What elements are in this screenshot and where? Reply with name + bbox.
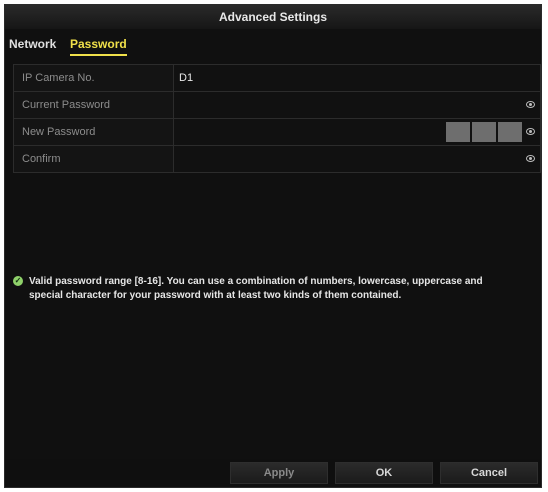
confirm-label: Confirm: [14, 146, 174, 172]
tab-bar: Network Password: [5, 33, 541, 59]
info-check-icon: ✓: [13, 276, 23, 286]
current-password-field[interactable]: [174, 92, 540, 118]
show-password-icon[interactable]: [526, 128, 535, 135]
new-password-field[interactable]: [174, 119, 540, 145]
apply-button[interactable]: Apply: [230, 462, 328, 484]
dialog-title: Advanced Settings: [5, 5, 541, 29]
show-password-icon[interactable]: [526, 155, 535, 162]
password-strength-meter: [446, 122, 522, 142]
ip-camera-value: D1: [174, 65, 540, 91]
strength-segment: [498, 122, 522, 142]
password-tip: ✓ Valid password range [8-16]. You can u…: [13, 275, 509, 303]
confirm-password-field[interactable]: [174, 146, 540, 172]
strength-segment: [446, 122, 470, 142]
ip-camera-row: IP Camera No. D1: [14, 65, 540, 92]
show-password-icon[interactable]: [526, 101, 535, 108]
password-form: IP Camera No. D1 Current Password New Pa…: [13, 64, 541, 173]
advanced-settings-dialog: Advanced Settings Network Password IP Ca…: [4, 4, 542, 488]
new-password-row: New Password: [14, 119, 540, 146]
new-password-label: New Password: [14, 119, 174, 145]
current-password-label: Current Password: [14, 92, 174, 118]
tab-network[interactable]: Network: [9, 37, 56, 54]
password-tip-text: Valid password range [8-16]. You can use…: [29, 276, 483, 301]
strength-segment: [472, 122, 496, 142]
current-password-row: Current Password: [14, 92, 540, 119]
tab-password[interactable]: Password: [70, 37, 127, 56]
cancel-button[interactable]: Cancel: [440, 462, 538, 484]
ip-camera-label: IP Camera No.: [14, 65, 174, 91]
ok-button[interactable]: OK: [335, 462, 433, 484]
confirm-row: Confirm: [14, 146, 540, 172]
dialog-footer: Apply OK Cancel: [5, 459, 541, 487]
